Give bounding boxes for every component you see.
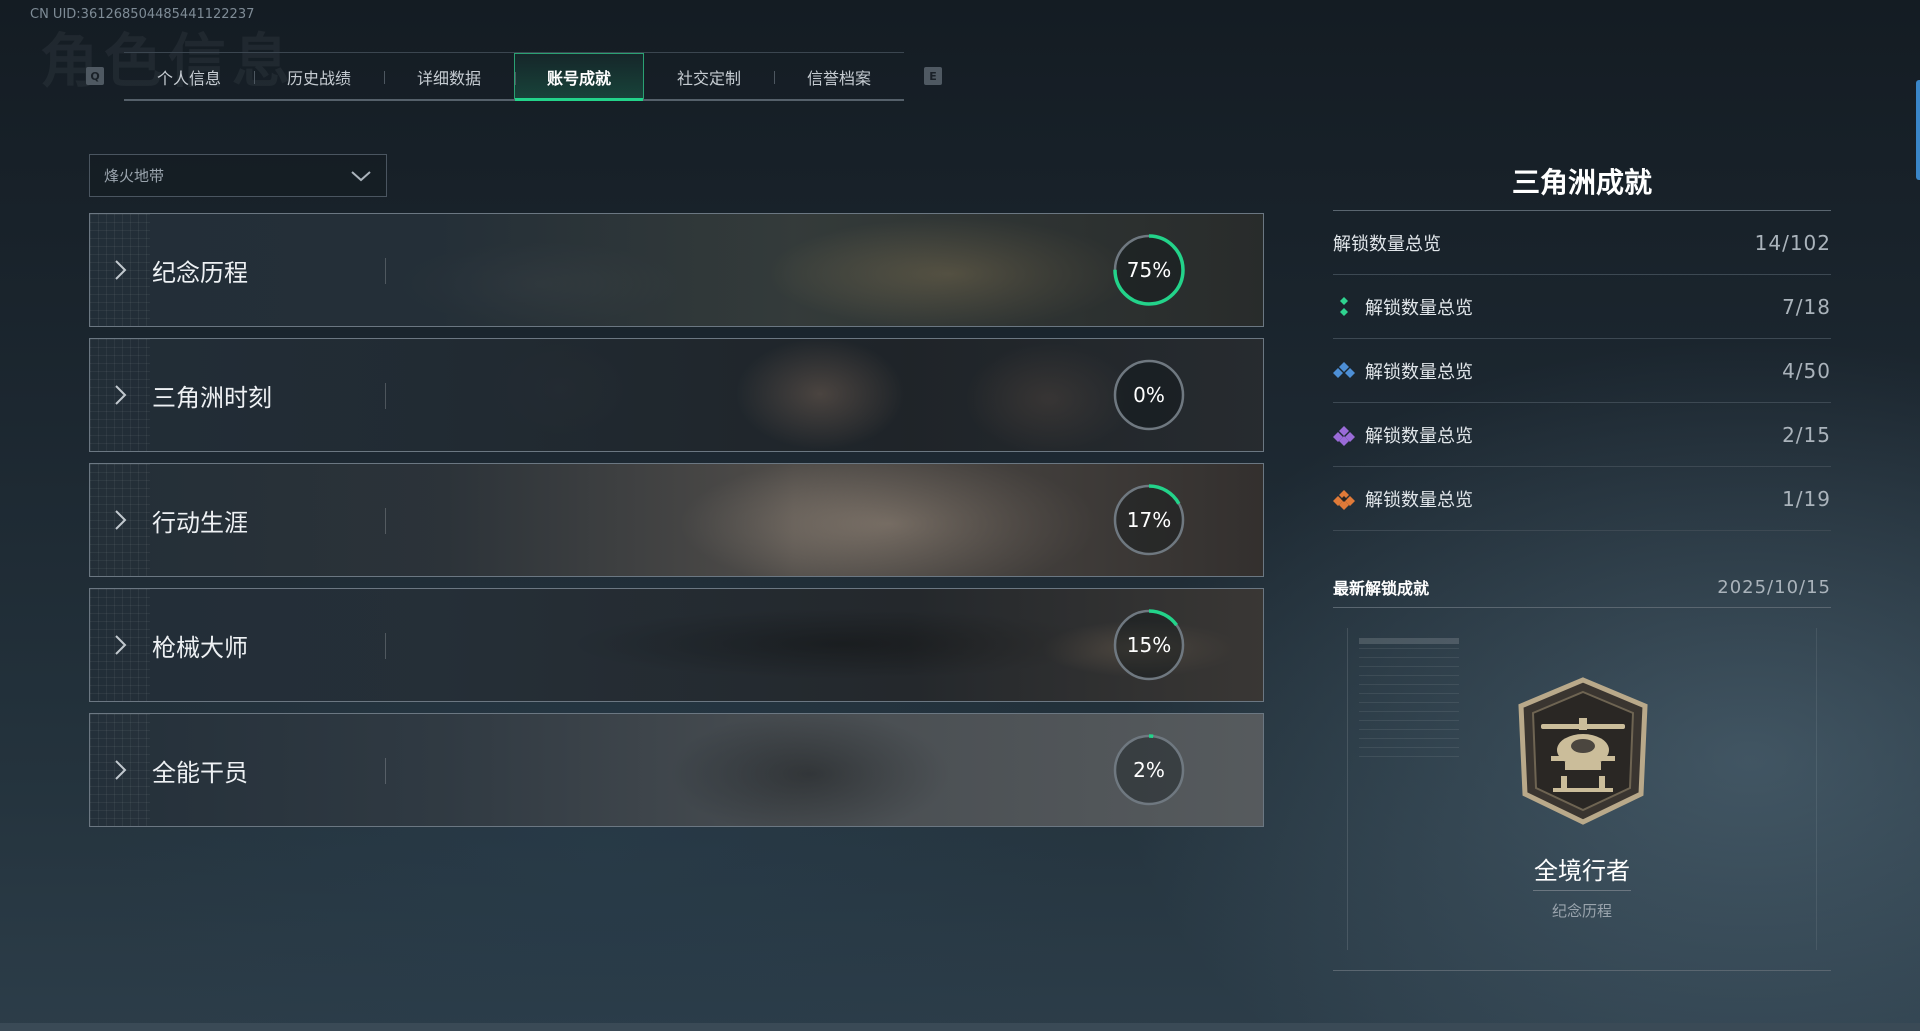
chevron-right-icon [115,635,127,655]
latest-achievement-label: 最新解锁成就 [1333,579,1430,598]
mode-dropdown[interactable]: 烽火地带 [89,154,387,197]
stat-value: 14/102 [1754,230,1831,255]
chevron-right-icon [115,260,127,280]
latest-achievement-showcase[interactable]: 全境行者 纪念历程 [1333,608,1831,971]
stat-label: 解锁数量总览 [1333,233,1441,255]
user-uid: CN UID:361268504485441122237 [30,7,255,22]
tab-4[interactable]: 社交定制 [644,53,774,101]
purple-diamond-icon [1333,425,1355,446]
stat-label: 解锁数量总览 [1365,489,1473,511]
tab-bar: Q 个人信息 历史战绩 详细数据 账号成就 社交定制 信誉档案 E [86,51,942,101]
panel-title: 三角洲成就 [1511,166,1652,199]
tab-list: 个人信息 历史战绩 详细数据 账号成就 社交定制 信誉档案 [124,51,904,101]
stat-value: 1/19 [1782,486,1831,511]
stat-label: 解锁数量总览 [1365,297,1473,319]
blue-diamond-icon [1333,361,1355,378]
stat-row: 解锁数量总览 2/15 [1333,403,1831,467]
category-name: 行动生涯 [152,508,248,537]
stat-value: 4/50 [1782,358,1831,383]
separator [385,258,386,284]
tab-0[interactable]: 个人信息 [124,53,254,101]
stat-label-wrap: 解锁数量总览 [1333,422,1473,448]
progress-percent: 0% [1133,383,1165,407]
achievement-name: 全境行者 [1534,857,1630,885]
green-diamond-icon [1340,296,1348,316]
achievement-category-row[interactable]: 三角洲时刻 0% [89,338,1264,452]
category-name: 枪械大师 [152,633,248,662]
category-name: 纪念历程 [152,258,248,287]
achievement-divider [1533,890,1631,891]
latest-achievement-header: 最新解锁成就 2025/10/15 [1333,567,1831,608]
separator [385,633,386,659]
mode-dropdown-value: 烽火地带 [104,167,165,185]
achievement-category-row[interactable]: 枪械大师 15% [89,588,1264,702]
stat-value: 7/18 [1782,294,1831,319]
chevron-down-icon [351,170,371,181]
tab-5[interactable]: 信誉档案 [774,53,904,101]
stat-label: 解锁数量总览 [1365,361,1473,383]
separator [385,508,386,534]
tab-3[interactable]: 账号成就 [514,52,644,101]
next-tab-key-hint[interactable]: E [924,67,942,85]
tab-2[interactable]: 详细数据 [384,53,514,101]
chevron-right-icon [115,760,127,780]
achievement-category-row[interactable]: 纪念历程 75% [89,213,1264,327]
progress-percent: 15% [1126,633,1172,657]
separator [385,383,386,409]
latest-achievement-date: 2025/10/15 [1717,576,1831,598]
achievement-summary-panel: 三角洲成就 解锁数量总览 14/102 解锁数量总览 7/18 解锁数量总览 4/50 解锁… [1333,160,1831,971]
decor-lines [1359,648,1459,758]
chevron-right-icon [115,510,127,530]
chevron-right-icon [115,385,127,405]
prev-tab-key-hint[interactable]: Q [86,67,104,85]
stat-value: 2/15 [1782,422,1831,447]
stat-label-wrap: 解锁数量总览 [1333,230,1441,256]
achievement-category-row[interactable]: 全能干员 2% [89,713,1264,827]
progress-percent: 2% [1133,758,1165,782]
stat-row: 解锁数量总览 14/102 [1333,211,1831,275]
side-edge-tab[interactable] [1916,80,1920,180]
achievement-category-row[interactable]: 行动生涯 17% [89,463,1264,577]
category-name: 三角洲时刻 [152,383,272,412]
decor-bar [1359,638,1459,644]
orange-diamond-icon [1333,489,1355,510]
stat-label-wrap: 解锁数量总览 [1333,486,1473,512]
progress-percent: 75% [1126,258,1172,282]
tab-1[interactable]: 历史战绩 [254,53,384,101]
bottom-bar [0,1023,1920,1031]
stat-label: 解锁数量总览 [1365,425,1473,447]
stats-list: 解锁数量总览 14/102 解锁数量总览 7/18 解锁数量总览 4/50 解锁数量总览 2/… [1333,211,1831,531]
helicopter-badge-icon [1518,677,1648,825]
stat-row: 解锁数量总览 4/50 [1333,339,1831,403]
progress-percent: 17% [1126,508,1172,532]
category-name: 全能干员 [152,758,248,787]
separator [385,758,386,784]
stat-label-wrap: 解锁数量总览 [1333,294,1473,320]
achievement-category-list: 纪念历程 75% 三角洲时刻 0% 行动生涯 17% 枪械大师 15% 全能干员 2% [89,213,1264,838]
stat-row: 解锁数量总览 1/19 [1333,467,1831,531]
stat-row: 解锁数量总览 7/18 [1333,275,1831,339]
stat-label-wrap: 解锁数量总览 [1333,358,1473,384]
achievement-category: 纪念历程 [1551,902,1612,920]
